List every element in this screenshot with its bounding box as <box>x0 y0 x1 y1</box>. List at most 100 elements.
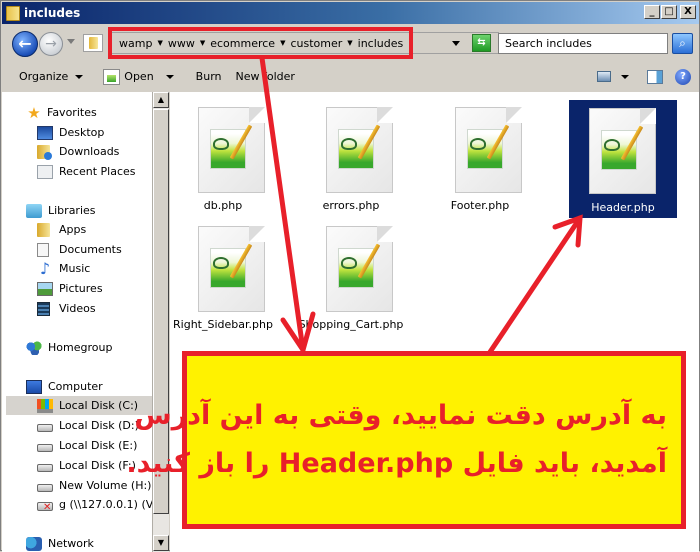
sidebar-label: Downloads <box>59 145 120 158</box>
recent-pages-dropdown[interactable] <box>67 39 75 44</box>
sidebar-label: Favorites <box>47 106 97 119</box>
sidebar-label: Local Disk (F:) <box>59 459 136 472</box>
file-item-shopping-cart-php[interactable]: Shopping_Cart.php <box>291 217 411 335</box>
sidebar-label: Local Disk (C:) <box>59 399 139 412</box>
notepad-plus-plus-file-icon <box>326 107 393 193</box>
computer-icon <box>26 379 42 394</box>
sidebar-favorites[interactable]: ★ Favorites <box>26 103 97 122</box>
sidebar-item-recent-places[interactable]: Recent Places <box>37 162 136 181</box>
system-drive-icon <box>37 398 53 413</box>
forward-arrow-icon: → <box>45 36 57 52</box>
chevron-down-icon <box>75 74 84 79</box>
sidebar-label: Network <box>48 537 94 550</box>
navigation-pane: ★ Favorites Desktop Downloads Recent Pla… <box>2 92 152 552</box>
sidebar-computer[interactable]: Computer <box>26 377 103 396</box>
drive-icon <box>37 443 53 452</box>
drive-icon <box>37 463 53 472</box>
sidebar-item-videos[interactable]: Videos <box>37 299 96 318</box>
desktop-icon <box>37 125 53 140</box>
breadcrumb-separator-icon[interactable]: ▼ <box>200 39 205 47</box>
star-icon: ★ <box>27 103 41 122</box>
sidebar-item-new-volume-h[interactable]: New Volume (H:) <box>37 476 151 495</box>
explorer-window: includes _ □ X ← → wamp ▼ www ▼ ecommerc… <box>0 0 700 552</box>
back-arrow-icon: ← <box>18 34 32 53</box>
music-note-icon: ♪ <box>39 258 51 278</box>
change-view-icon[interactable] <box>597 71 611 82</box>
notepad-plus-plus-file-icon <box>589 108 656 194</box>
sidebar-item-local-disk-c[interactable]: Local Disk (C:) <box>6 396 152 415</box>
breadcrumb-separator-icon[interactable]: ▼ <box>347 39 352 47</box>
open-with-icon <box>103 68 121 85</box>
sidebar-item-local-disk-d[interactable]: Local Disk (D:) <box>37 416 139 435</box>
sidebar-network[interactable]: Network <box>26 534 94 552</box>
breadcrumb-separator-icon[interactable]: ▼ <box>157 39 162 47</box>
title-bar[interactable]: includes _ □ X <box>2 2 699 24</box>
organize-menu[interactable]: Organize <box>19 70 84 83</box>
breadcrumb-www[interactable]: www <box>168 37 195 50</box>
forward-button[interactable]: → <box>39 32 63 56</box>
disconnected-network-drive-icon <box>37 501 53 513</box>
sidebar-label: New Volume (H:) <box>59 479 152 492</box>
new-folder-button[interactable]: New folder <box>236 70 295 83</box>
pictures-icon <box>37 281 53 296</box>
address-history-dropdown[interactable] <box>452 41 460 46</box>
documents-icon <box>37 242 49 257</box>
sidebar-item-downloads[interactable]: Downloads <box>37 142 119 161</box>
refresh-button[interactable]: ⇆ <box>472 34 491 52</box>
burn-button[interactable]: Burn <box>196 70 222 83</box>
sidebar-libraries[interactable]: Libraries <box>26 201 96 220</box>
breadcrumb-customer[interactable]: customer <box>290 37 342 50</box>
file-item-right-sidebar-php[interactable]: Right_Sidebar.php <box>163 217 283 335</box>
scroll-down-button[interactable]: ▼ <box>153 535 169 551</box>
refresh-icon: ⇆ <box>477 37 486 48</box>
folder-icon <box>6 5 20 21</box>
file-item-errors-php[interactable]: errors.php <box>291 98 411 216</box>
folder-icon <box>37 222 50 237</box>
sidebar-label: g (\\127.0.0.1) (V: <box>59 498 152 511</box>
close-button[interactable]: X <box>680 5 696 19</box>
open-label: Open <box>124 70 154 83</box>
preview-pane-icon[interactable] <box>647 69 663 84</box>
sidebar-item-local-disk-f[interactable]: Local Disk (F:) <box>37 456 136 475</box>
burn-label: Burn <box>195 70 222 83</box>
file-item-db-php[interactable]: db.php <box>163 98 283 216</box>
downloads-folder-icon <box>37 144 52 160</box>
file-item-footer-php[interactable]: Footer.php <box>420 98 540 216</box>
maximize-button[interactable]: □ <box>661 5 677 19</box>
file-item-header-php[interactable]: Header.php <box>569 100 677 218</box>
breadcrumb-includes[interactable]: includes <box>358 37 404 50</box>
sidebar-item-pictures[interactable]: Pictures <box>37 279 103 298</box>
sidebar-item-network-drive-v[interactable]: g (\\127.0.0.1) (V: <box>37 495 152 514</box>
search-input[interactable]: Search includes <box>498 33 668 54</box>
file-name: db.php <box>203 199 243 212</box>
file-name: Right_Sidebar.php <box>173 318 273 331</box>
sidebar-homegroup[interactable]: Homegroup <box>26 338 112 357</box>
breadcrumb-wamp[interactable]: wamp <box>119 37 152 50</box>
sidebar-item-desktop[interactable]: Desktop <box>37 123 104 142</box>
homegroup-icon <box>26 340 42 355</box>
breadcrumb-ecommerce[interactable]: ecommerce <box>210 37 275 50</box>
sidebar-item-apps[interactable]: Apps <box>37 220 86 239</box>
sidebar-item-documents[interactable]: Documents <box>37 240 122 259</box>
file-name: Footer.php <box>450 199 510 212</box>
notepad-plus-plus-file-icon <box>198 226 265 312</box>
minimize-button[interactable]: _ <box>644 5 660 19</box>
sidebar-label: Local Disk (D:) <box>59 419 139 432</box>
recent-places-icon <box>37 164 53 179</box>
sidebar-item-local-disk-e[interactable]: Local Disk (E:) <box>37 436 137 455</box>
view-options-chevron-icon[interactable] <box>621 74 629 79</box>
sidebar-label: Desktop <box>59 126 105 139</box>
search-button[interactable]: ⌕ <box>672 33 693 54</box>
new-folder-label: New folder <box>235 70 295 83</box>
open-menu[interactable]: Open <box>103 68 174 85</box>
help-icon[interactable]: ? <box>675 68 691 85</box>
sidebar-item-music[interactable]: ♪ Music <box>37 259 90 278</box>
film-icon <box>37 301 50 316</box>
sidebar-label: Music <box>59 262 91 275</box>
back-button[interactable]: ← <box>12 31 38 57</box>
file-name: Shopping_Cart.php <box>298 318 404 331</box>
file-name: errors.php <box>322 199 380 212</box>
address-bar[interactable]: wamp ▼ www ▼ ecommerce ▼ customer ▼ incl… <box>109 32 499 54</box>
sidebar-label: Homegroup <box>48 341 113 354</box>
breadcrumb-separator-icon[interactable]: ▼ <box>280 39 285 47</box>
